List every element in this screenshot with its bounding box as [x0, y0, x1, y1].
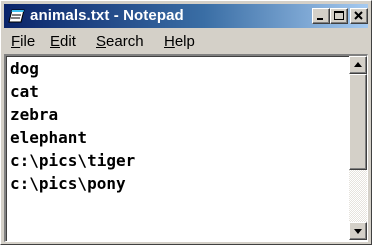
- notepad-icon[interactable]: [8, 8, 26, 24]
- maximize-button[interactable]: [330, 8, 348, 24]
- window-title: animals.txt - Notepad: [30, 7, 184, 24]
- scroll-up-arrow-icon: [354, 62, 362, 67]
- menu-search-label: earch: [106, 33, 144, 50]
- close-icon: [354, 11, 363, 20]
- text-line: c:\pics\pony: [10, 174, 126, 193]
- menu-edit[interactable]: Edit: [50, 33, 76, 50]
- notepad-window: animals.txt - Notepad File Edit Search H…: [0, 0, 372, 245]
- text-line: dog: [10, 59, 39, 78]
- text-line: zebra: [10, 105, 59, 124]
- text-editor[interactable]: dog cat zebra elephant c:\pics\tiger c:\…: [4, 54, 368, 242]
- menu-file-mnemonic: F: [11, 33, 21, 50]
- document-text[interactable]: dog cat zebra elephant c:\pics\tiger c:\…: [10, 57, 340, 241]
- menu-search-mnemonic: S: [96, 33, 107, 50]
- close-button[interactable]: [350, 8, 368, 24]
- minimize-icon: [317, 18, 323, 20]
- vertical-scrollbar[interactable]: [349, 56, 367, 240]
- scrollbar-thumb[interactable]: [349, 74, 367, 170]
- scroll-up-button[interactable]: [349, 56, 367, 74]
- text-line: cat: [10, 82, 39, 101]
- menu-help-label: elp: [174, 33, 195, 50]
- menu-file[interactable]: File: [11, 33, 35, 50]
- scroll-down-arrow-icon: [354, 229, 362, 234]
- text-line: elephant: [10, 128, 88, 147]
- text-line: c:\pics\tiger: [10, 151, 136, 170]
- minimize-button[interactable]: [312, 8, 330, 24]
- menu-file-label: ile: [20, 33, 36, 50]
- menu-help-mnemonic: H: [164, 33, 175, 50]
- maximize-icon: [334, 11, 344, 20]
- menu-edit-label: dit: [60, 33, 76, 50]
- menu-edit-mnemonic: E: [50, 33, 61, 50]
- title-bar[interactable]: animals.txt - Notepad: [4, 4, 368, 28]
- menu-search[interactable]: Search: [96, 33, 144, 50]
- menu-help[interactable]: Help: [164, 33, 195, 50]
- scroll-down-button[interactable]: [349, 222, 367, 240]
- menu-bar: File Edit Search Help: [4, 30, 368, 52]
